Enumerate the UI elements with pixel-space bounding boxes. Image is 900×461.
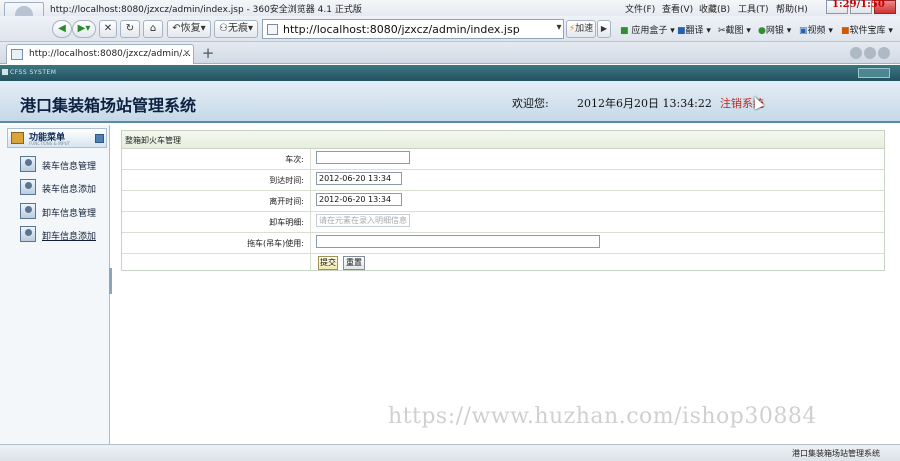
collapse-sidebar-icon[interactable] xyxy=(95,134,104,143)
form-title: 整箱卸火车管理 xyxy=(125,136,181,145)
tab-active[interactable]: http://localhost:8080/jzxcz/admin/... ✕ xyxy=(6,44,194,64)
reset-button[interactable]: 重置 xyxy=(343,256,365,270)
form-row-trailer: 拖车(吊车)使用: xyxy=(122,233,884,254)
tab-scroll-left-icon[interactable] xyxy=(850,47,862,59)
toolbar-software[interactable]: ■软件宝库 ▾ xyxy=(841,23,893,36)
arrive-time-input[interactable] xyxy=(316,172,402,185)
browser-toolbar: ◀ ▶▾ ✕ ↻ ⌂ ↶恢复▾ ⚇无痕▾ http://localhost:80… xyxy=(0,16,900,42)
sidebar-resize-handle[interactable] xyxy=(109,268,112,294)
leave-time-label: 离开时间: xyxy=(269,197,304,206)
toolbar-app-box[interactable]: ■ 应用盒子 ▾ xyxy=(620,23,675,36)
recording-timer: 1:29/1:50 xyxy=(832,0,885,10)
toolbar-screenshot[interactable]: ✂截图 ▾ xyxy=(718,23,751,36)
trailer-label: 拖车(吊车)使用: xyxy=(247,239,304,248)
tab-close-icon[interactable]: ✕ xyxy=(183,49,191,59)
page-icon xyxy=(267,24,278,35)
user-icon xyxy=(20,179,36,195)
toolbar-translate[interactable]: ■翻译 ▾ xyxy=(677,23,711,36)
train-no-label: 车次: xyxy=(285,155,304,164)
video-icon: ▣ xyxy=(799,26,808,36)
home-icon[interactable]: ⌂ xyxy=(143,20,163,38)
sidebar-item-label: 卸车信息添加 xyxy=(42,232,97,242)
menu-folder-icon xyxy=(11,132,24,144)
app-top-strip: CFSS SYSTEM xyxy=(0,65,900,81)
menu-help[interactable]: 帮助(H) xyxy=(776,2,808,15)
translate-icon: ■ xyxy=(677,26,686,36)
form-title-bar: 整箱卸火车管理 xyxy=(122,131,884,149)
sidebar-item-label: 装车信息添加 xyxy=(42,185,97,195)
current-datetime: 2012年6月20日 13:34:22 xyxy=(577,97,712,110)
collapse-header-icon[interactable] xyxy=(858,68,890,78)
sidebar-item-unload-manage[interactable]: 卸车信息管理 xyxy=(20,203,106,221)
unload-form-panel: 整箱卸火车管理 车次: 到达时间: 离开时间: 卸车明细: 拖车(吊车)使用: … xyxy=(121,130,885,271)
new-tab-icon[interactable]: + xyxy=(198,45,218,63)
dropdown-arrow-icon[interactable]: ▾ xyxy=(552,22,566,36)
menu-favorites[interactable]: 收藏(B) xyxy=(699,2,730,15)
restore-button[interactable]: ↶恢复▾ xyxy=(167,20,211,38)
stop-icon[interactable]: ✕ xyxy=(99,20,117,38)
arrive-time-label: 到达时间: xyxy=(269,176,304,185)
incognito-button[interactable]: ⚇无痕▾ xyxy=(214,20,258,38)
sidebar-header: 功能菜单 FUNCTIONS & INPUT xyxy=(7,128,107,148)
address-bar[interactable]: http://localhost:8080/jzxcz/admin/index.… xyxy=(262,19,564,39)
incognito-icon: ⚇ xyxy=(219,23,228,34)
user-icon xyxy=(20,203,36,219)
page-tab-icon xyxy=(11,49,23,60)
sidebar-item-load-manage[interactable]: 装车信息管理 xyxy=(20,156,106,174)
toolbar-bank[interactable]: ●网银 ▾ xyxy=(758,23,791,36)
detail-input[interactable] xyxy=(316,214,410,227)
tab-bar: http://localhost:8080/jzxcz/admin/... ✕ … xyxy=(0,42,900,64)
system-tag: CFSS SYSTEM xyxy=(10,69,57,76)
submit-button[interactable]: 提交 xyxy=(318,256,338,270)
app-box-icon: ■ xyxy=(620,26,629,36)
app-title: 港口集装箱场站管理系统 xyxy=(20,96,197,115)
tab-list-icon[interactable] xyxy=(878,47,890,59)
go-icon[interactable]: ▶ xyxy=(597,20,611,38)
sidebar-item-label: 卸车信息管理 xyxy=(42,209,97,219)
forward-icon[interactable]: ▶▾ xyxy=(72,20,96,38)
train-no-input[interactable] xyxy=(316,151,410,164)
sidebar-item-label: 装车信息管理 xyxy=(42,162,97,172)
browser-title-bar: http://localhost:8080/jzxcz/admin/index.… xyxy=(0,0,900,16)
user-icon xyxy=(20,156,36,172)
status-text: 港口集装箱场站管理系统 xyxy=(792,449,880,458)
app-header: 港口集装箱场站管理系统 欢迎您: 2012年6月20日 13:34:22 注销系… xyxy=(0,81,900,123)
form-row-arrive-time: 到达时间: xyxy=(122,170,884,191)
watermark-text: https://www.huzhan.com/ishop30884 xyxy=(388,404,817,429)
sidebar-item-load-add[interactable]: 装车信息添加 xyxy=(20,179,106,197)
scissors-icon: ✂ xyxy=(718,26,726,36)
trailer-input[interactable] xyxy=(316,235,600,248)
leave-time-input[interactable] xyxy=(316,193,402,206)
address-input[interactable]: http://localhost:8080/jzxcz/admin/index.… xyxy=(283,23,520,36)
system-icon xyxy=(2,69,8,75)
sidebar: 功能菜单 FUNCTIONS & INPUT 装车信息管理 装车信息添加 卸车信… xyxy=(0,125,110,444)
menu-view[interactable]: 查看(V) xyxy=(662,2,693,15)
status-bar: 港口集装箱场站管理系统 xyxy=(0,444,900,461)
form-row-train-no: 车次: xyxy=(122,149,884,170)
toolbar-video[interactable]: ▣视频 ▾ xyxy=(799,23,833,36)
restore-icon: ↶ xyxy=(172,23,181,34)
sidebar-item-unload-add[interactable]: 卸车信息添加 xyxy=(20,226,106,244)
accelerate-button[interactable]: ⚡加速 xyxy=(566,20,596,38)
menu-tools[interactable]: 工具(T) xyxy=(738,2,769,15)
sidebar-subtitle: FUNCTIONS & INPUT xyxy=(29,141,70,146)
back-icon[interactable]: ◀ xyxy=(52,20,72,38)
tab-title: http://localhost:8080/jzxcz/admin/... xyxy=(29,49,191,59)
form-row-leave-time: 离开时间: xyxy=(122,191,884,212)
refresh-icon[interactable]: ↻ xyxy=(120,20,140,38)
user-icon xyxy=(20,226,36,242)
welcome-text: 欢迎您: xyxy=(512,97,549,110)
tab-scroll-right-icon[interactable] xyxy=(864,47,876,59)
bank-icon: ● xyxy=(758,26,766,36)
form-row-actions: 提交 重置 xyxy=(122,254,884,275)
menu-file[interactable]: 文件(F) xyxy=(625,2,655,15)
detail-label: 卸车明细: xyxy=(269,218,304,227)
software-icon: ■ xyxy=(841,26,850,36)
window-title: http://localhost:8080/jzxcz/admin/index.… xyxy=(50,5,362,15)
form-row-detail: 卸车明细: xyxy=(122,212,884,233)
